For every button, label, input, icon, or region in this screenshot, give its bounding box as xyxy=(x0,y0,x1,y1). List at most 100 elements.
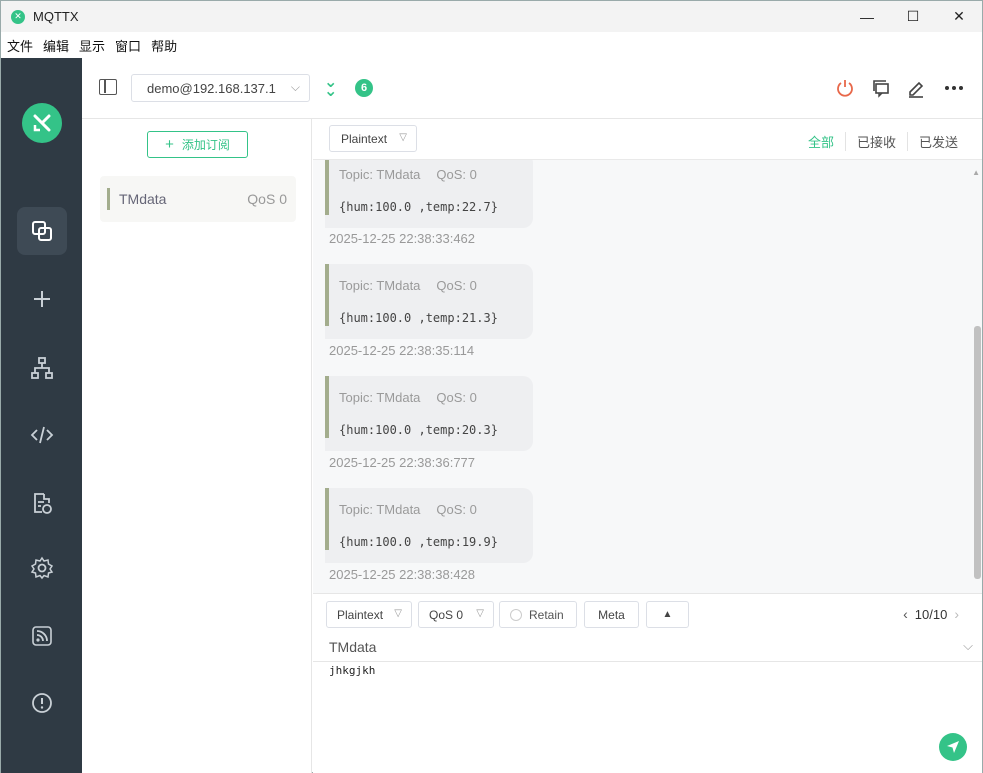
new-window-icon[interactable] xyxy=(869,76,893,100)
message-card[interactable]: Topic: TMdata QoS: 0 {hum:100.0 ,temp:19.… xyxy=(325,488,533,563)
message-time: 2025-12-25 22:38:35:114 xyxy=(329,343,475,358)
chevron-down-icon: ▽ xyxy=(476,608,484,619)
connection-header: demo@192.168.137.1 ⌵ ⌄ ⌄ 6 xyxy=(82,58,982,119)
message-list-scrollbar[interactable]: ▲ xyxy=(972,160,982,593)
settings-icon[interactable] xyxy=(17,544,67,592)
message-color-bar xyxy=(325,160,329,215)
title-bar: ✕ MQTTX — ☐ ✕ xyxy=(1,1,982,32)
message-time: 2025-12-25 22:38:36:777 xyxy=(329,455,476,470)
message-meta: Topic: TMdata QoS: 0 xyxy=(339,390,477,405)
chevron-down-icon: ▽ xyxy=(394,608,402,619)
maximize-button[interactable]: ☐ xyxy=(890,1,936,32)
menu-help[interactable]: 帮助 xyxy=(151,36,177,55)
meta-button[interactable]: Meta xyxy=(584,601,639,628)
message-qos: QoS: 0 xyxy=(436,278,477,293)
scroll-up-arrow-icon[interactable]: ▲ xyxy=(972,168,980,177)
collapse-double-chevron-icon[interactable]: ⌄ ⌄ xyxy=(324,75,337,100)
app-logo-icon xyxy=(22,103,62,143)
expand-up-button[interactable]: ▲ xyxy=(646,601,689,628)
message-topic: Topic: TMdata xyxy=(339,390,421,405)
menu-bar: 文件 编辑 显示 窗口 帮助 xyxy=(1,32,982,58)
edit-icon[interactable] xyxy=(904,76,928,100)
tab-all[interactable]: 全部 xyxy=(797,132,845,151)
connection-select[interactable]: demo@192.168.137.1 ⌵ xyxy=(131,74,310,102)
menu-edit[interactable]: 编辑 xyxy=(43,36,69,55)
connection-name: demo@192.168.137.1 xyxy=(147,80,276,96)
tab-sent[interactable]: 已发送 xyxy=(906,132,969,151)
publish-payload-format-value: Plaintext xyxy=(337,607,384,622)
publish-qos-select[interactable]: QoS 0 ▽ xyxy=(418,601,494,628)
sidebar-toggle-icon[interactable] xyxy=(99,79,117,95)
publish-topic-input[interactable]: TMdata xyxy=(329,639,376,655)
message-topic: Topic: TMdata xyxy=(339,278,421,293)
power-icon[interactable] xyxy=(833,76,857,100)
prev-arrow-icon[interactable]: ‹ xyxy=(903,606,908,622)
add-subscription-button[interactable]: + 添加订阅 xyxy=(147,131,248,158)
menu-file[interactable]: 文件 xyxy=(7,36,33,55)
log-icon[interactable] xyxy=(17,479,67,527)
send-button[interactable] xyxy=(939,733,967,761)
publish-payload-format-select[interactable]: Plaintext ▽ xyxy=(326,601,412,628)
subscription-topic: TMdata xyxy=(119,191,167,207)
pager-value: 10/10 xyxy=(914,606,948,622)
publish-topic-row[interactable]: TMdata ⌵ xyxy=(313,634,982,662)
chevron-down-icon: ⌵ xyxy=(290,80,300,94)
retain-checkbox[interactable]: Retain xyxy=(499,601,577,628)
message-type-tabs: 全部 已接收 已发送 xyxy=(797,132,969,151)
message-time: 2025-12-25 22:38:38:428 xyxy=(329,567,476,582)
message-card[interactable]: Topic: TMdata QoS: 0 {hum:100.0 ,temp:22.… xyxy=(325,160,533,228)
chevron-down-icon: ▽ xyxy=(399,132,407,143)
close-button[interactable]: ✕ xyxy=(936,1,982,32)
caret-up-icon: ▲ xyxy=(662,609,673,620)
plus-icon: + xyxy=(165,136,174,153)
left-nav xyxy=(1,58,82,773)
info-icon[interactable] xyxy=(17,679,67,727)
app-window: ✕ MQTTX — ☐ ✕ 文件 编辑 显示 窗口 帮助 demo@192.16… xyxy=(0,0,983,773)
message-payload: {hum:100.0 ,temp:19.9} xyxy=(339,535,498,549)
publish-payload-editor[interactable]: jhkgjkh xyxy=(313,662,982,773)
publish-payload-text[interactable]: jhkgjkh xyxy=(329,664,375,677)
message-card[interactable]: Topic: TMdata QoS: 0 {hum:100.0 ,temp:20.… xyxy=(325,376,533,451)
subscription-panel: + 添加订阅 TMdata QoS 0 xyxy=(82,119,312,773)
message-payload: {hum:100.0 ,temp:22.7} xyxy=(339,200,498,214)
more-icon[interactable] xyxy=(942,76,966,100)
chevron-down-icon[interactable]: ⌵ xyxy=(963,638,973,654)
add-subscription-label: 添加订阅 xyxy=(181,138,230,152)
publish-qos-value: QoS 0 xyxy=(429,607,464,622)
rss-icon[interactable] xyxy=(17,612,67,660)
message-meta: Topic: TMdata QoS: 0 xyxy=(339,167,477,182)
message-payload: {hum:100.0 ,temp:20.3} xyxy=(339,423,498,437)
message-color-bar xyxy=(325,488,329,550)
publish-history-pager: ‹ 10/10 › xyxy=(896,606,966,622)
message-color-bar xyxy=(325,376,329,438)
send-icon xyxy=(947,741,959,753)
receive-payload-format-select[interactable]: Plaintext ▽ xyxy=(329,125,417,152)
message-topic: Topic: TMdata xyxy=(339,502,421,517)
subscription-color-bar xyxy=(107,188,110,210)
menu-window[interactable]: 窗口 xyxy=(115,36,141,55)
next-arrow-icon[interactable]: › xyxy=(954,606,959,622)
message-count-badge: 6 xyxy=(355,79,373,97)
connections-icon[interactable] xyxy=(17,207,67,255)
message-color-bar xyxy=(325,264,329,326)
menu-view[interactable]: 显示 xyxy=(79,36,105,55)
message-qos: QoS: 0 xyxy=(436,390,477,405)
message-qos: QoS: 0 xyxy=(436,502,477,517)
scrollbar-thumb[interactable] xyxy=(974,326,981,579)
subscription-qos: QoS 0 xyxy=(247,191,287,207)
plus-icon[interactable] xyxy=(17,275,67,323)
subscription-item[interactable]: TMdata QoS 0 xyxy=(100,176,296,222)
receive-payload-format-value: Plaintext xyxy=(341,131,388,146)
script-icon[interactable] xyxy=(17,411,67,459)
message-meta: Topic: TMdata QoS: 0 xyxy=(339,278,477,293)
message-filter-bar: Plaintext ▽ 全部 已接收 已发送 xyxy=(313,119,982,160)
message-qos: QoS: 0 xyxy=(436,167,477,182)
topology-icon[interactable] xyxy=(17,344,67,392)
message-list[interactable]: Topic: TMdata QoS: 0 {hum:100.0 ,temp:22.… xyxy=(313,160,982,593)
message-card[interactable]: Topic: TMdata QoS: 0 {hum:100.0 ,temp:21.… xyxy=(325,264,533,339)
message-topic: Topic: TMdata xyxy=(339,167,421,182)
window-controls: — ☐ ✕ xyxy=(844,1,982,32)
window-title: MQTTX xyxy=(33,9,79,24)
tab-received[interactable]: 已接收 xyxy=(844,132,907,151)
minimize-button[interactable]: — xyxy=(844,1,890,32)
